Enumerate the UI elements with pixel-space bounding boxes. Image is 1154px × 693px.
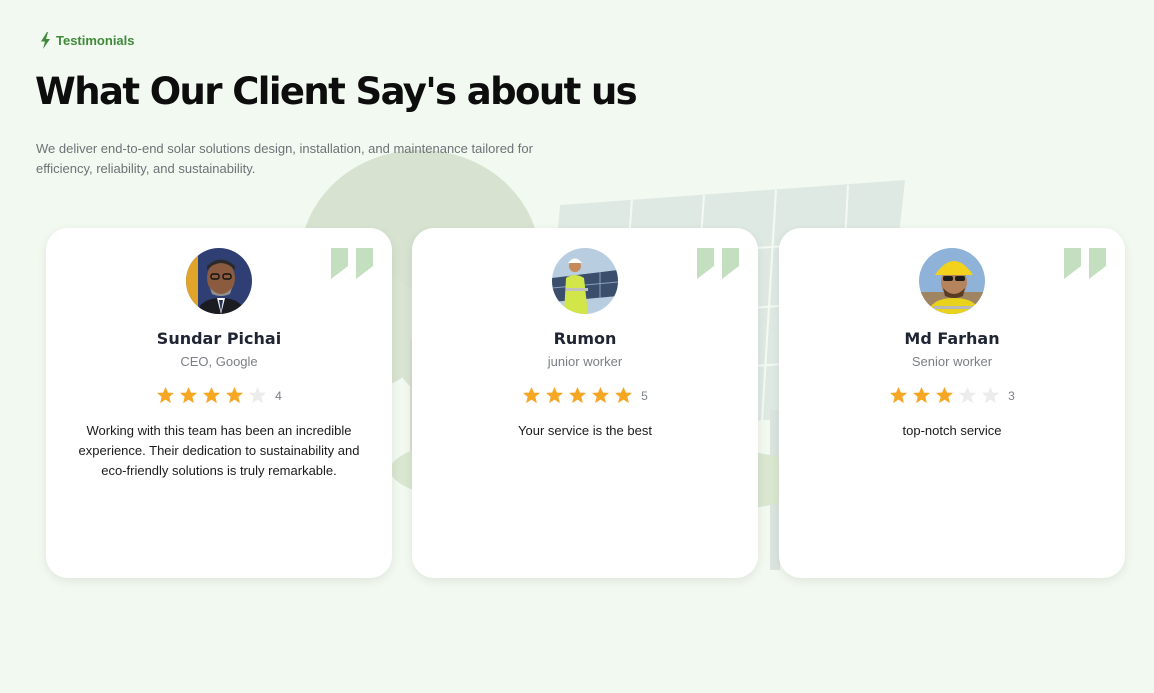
avatar [186,248,252,314]
section-label: Testimonials [40,32,135,49]
star-filled-icon [615,386,633,404]
reviewer-role: junior worker [547,354,623,369]
star-filled-icon [936,386,954,404]
reviewer-role: CEO, Google [180,354,258,369]
lightning-bolt-icon [41,32,50,49]
page-title: What Our Client Say's about us [35,70,638,113]
reviewer-role: Senior worker [911,354,993,369]
testimonial-card: Rumon junior worker 5 Your service is th… [412,228,758,578]
star-filled-icon [592,386,610,404]
star-empty-icon [959,386,977,404]
reviewer-name: Sundar Pichai [156,329,282,348]
rating-value: 3 [1008,388,1015,403]
testimonial-card: Sundar Pichai CEO, Google 4 Working with… [46,228,392,578]
review-text: Working with this team has been an incre… [78,423,360,478]
star-filled-icon [569,386,587,404]
review-text: top-notch service [902,423,1002,438]
testimonial-card: Md Farhan Senior worker 3 top-notch serv… [779,228,1125,578]
avatar [919,248,985,314]
star-empty-icon [982,386,1000,404]
star-filled-icon [890,386,908,404]
star-filled-icon [226,386,244,404]
star-filled-icon [157,386,175,404]
quote-icon [1064,248,1106,279]
quote-icon [697,248,739,279]
quote-icon [331,248,373,279]
star-filled-icon [523,386,541,404]
star-rating: 3 [779,386,1125,405]
rating-value: 4 [275,388,282,403]
avatar [552,248,618,314]
section-description: We deliver end-to-end solar solutions de… [36,141,533,176]
star-empty-icon [249,386,267,404]
star-rating: 4 [46,386,392,405]
star-filled-icon [203,386,221,404]
reviewer-name: Md Farhan [904,329,1000,348]
star-filled-icon [180,386,198,404]
star-rating: 5 [412,386,758,405]
testimonials-section: Testimonials What Our Client Say's about… [0,0,1154,693]
rating-value: 5 [641,388,648,403]
reviewer-name: Rumon [553,329,617,348]
star-filled-icon [913,386,931,404]
review-text: Your service is the best [518,423,652,438]
section-label-text: Testimonials [56,33,135,48]
star-filled-icon [546,386,564,404]
